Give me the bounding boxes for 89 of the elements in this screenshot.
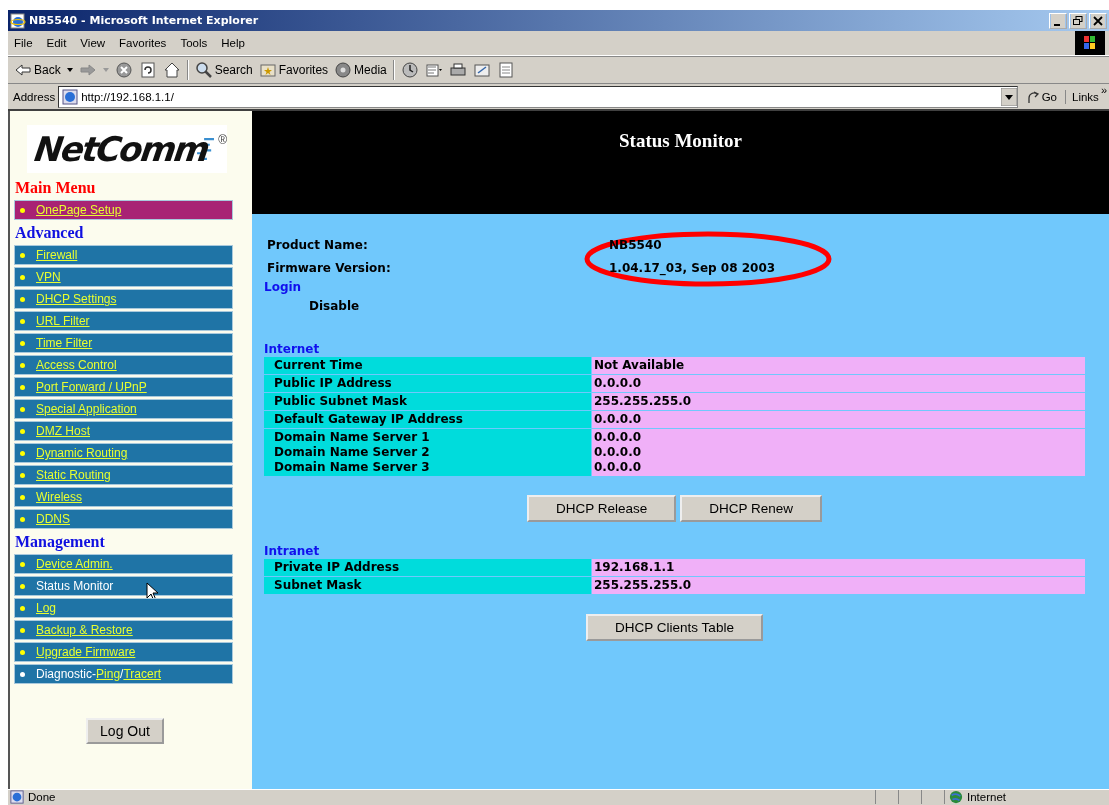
menu-text: Diagnostic- <box>36 667 97 681</box>
sidebar-item[interactable]: Special Application <box>14 399 233 419</box>
login-value: Disable <box>308 299 361 313</box>
sidebar-item[interactable]: Firewall <box>14 245 233 265</box>
menu-item[interactable]: Edit <box>40 37 75 49</box>
table-cell: 192.168.1.1 <box>592 559 1085 576</box>
action-button[interactable]: DHCP Renew <box>680 495 823 522</box>
caret-icon <box>102 67 109 72</box>
more-links[interactable]: » <box>1100 84 1107 96</box>
info-value: 1.04.17_03, Sep 08 2003 <box>609 260 776 275</box>
stop-icon <box>114 60 133 79</box>
sidebar-item[interactable]: Device Admin. <box>14 554 233 574</box>
table-cell: Private IP Address <box>264 559 591 576</box>
table-cell: 0.0.0.0 <box>592 411 1085 428</box>
menu-item[interactable]: View <box>74 37 114 49</box>
menu-item[interactable]: File <box>8 37 41 49</box>
table-cell: 0.0.0.0 0.0.0.0 0.0.0.0 <box>592 429 1085 476</box>
sidebar-item[interactable]: Access Control <box>14 355 233 375</box>
menu-item[interactable]: Favorites <box>113 37 175 49</box>
link[interactable]: Tracert <box>123 667 161 681</box>
zone-text: Internet <box>967 791 1006 803</box>
logo: NetComm ® <box>27 125 227 173</box>
links-button[interactable]: Links <box>1066 90 1101 103</box>
search-button[interactable]: Search <box>191 60 256 79</box>
table-cell: Default Gateway IP Address <box>264 411 591 428</box>
menu-text: / <box>120 667 124 681</box>
address-label: Address <box>12 90 57 103</box>
back-button[interactable]: Back <box>11 60 76 79</box>
sidebar-item[interactable]: Upgrade Firmware <box>14 642 233 662</box>
log-out-button[interactable]: Log Out <box>86 718 164 744</box>
menu-heading: Management <box>14 532 106 553</box>
sidebar-item[interactable]: Time Filter <box>14 333 233 353</box>
refresh-icon <box>138 60 157 79</box>
sidebar-item[interactable]: DMZ Host <box>14 421 233 441</box>
menu-heading: Main Menu <box>14 178 97 198</box>
sidebar-item[interactable]: DDNS <box>14 509 233 529</box>
close-icon[interactable] <box>1089 12 1107 29</box>
menu-heading: Advanced <box>14 223 85 243</box>
sidebar-item[interactable]: Status Monitor <box>14 576 233 596</box>
sidebar-item[interactable]: URL Filter <box>14 311 233 331</box>
table-cell: 0.0.0.0 <box>592 375 1085 392</box>
table-cell: 255.255.255.0 <box>592 393 1085 410</box>
section-title: Intranet <box>264 544 321 558</box>
link[interactable]: Ping <box>96 667 121 681</box>
sidebar-item[interactable]: Log <box>14 598 233 618</box>
minimize-icon[interactable] <box>1049 12 1067 29</box>
table-cell: Not Available <box>592 357 1085 374</box>
table-cell: Domain Name Server 1 Domain Name Server 2 Domain Name Server 3 <box>264 429 591 476</box>
address-field[interactable]: http://192.168.1.1/ <box>58 85 1018 108</box>
table-cell: Subnet Mask <box>264 577 591 594</box>
search-icon <box>194 60 213 79</box>
restore-icon[interactable] <box>1069 12 1087 29</box>
status-text: Done <box>28 791 56 803</box>
sidebar-item[interactable]: DHCP Settings <box>14 289 233 309</box>
menu-item[interactable]: Help <box>215 37 253 49</box>
sidebar-item[interactable]: Dynamic Routing <box>14 443 233 463</box>
go-arrow-icon <box>1025 89 1040 104</box>
sidebar-item[interactable]: Backup & Restore <box>14 620 233 640</box>
table-cell: Public IP Address <box>264 375 591 392</box>
info-value: NB5540 <box>609 237 662 252</box>
favorites-button[interactable]: Favorites <box>255 60 332 79</box>
browser-icon <box>10 12 26 29</box>
action-button[interactable]: DHCP Release <box>526 495 677 522</box>
print-icon <box>448 60 467 79</box>
globe-icon <box>949 790 963 804</box>
window-title: NB5540 - Microsoft Internet Explorer <box>29 14 260 27</box>
sidebar-item[interactable]: Port Forward / UPnP <box>14 377 233 397</box>
go-button[interactable]: Go <box>1017 89 1066 104</box>
sidebar-item[interactable]: VPN <box>14 267 233 287</box>
dropdown-icon[interactable] <box>1000 87 1017 106</box>
action-button[interactable]: DHCP Clients Table <box>586 614 763 641</box>
page-title: Status Monitor <box>619 130 742 152</box>
home-icon <box>162 60 181 79</box>
info-label: Product Name: <box>267 237 369 252</box>
sidebar-item[interactable]: Diagnostic-Ping/Tracert <box>14 664 233 684</box>
section-title: Internet <box>264 342 321 356</box>
history-icon <box>400 60 419 79</box>
page-icon <box>62 88 79 105</box>
table-cell: Public Subnet Mask <box>264 393 591 410</box>
page-icon <box>10 790 24 804</box>
section-title: Login <box>264 280 303 294</box>
sidebar-item[interactable]: Wireless <box>14 487 233 507</box>
table-cell: Current Time <box>264 357 591 374</box>
caret-icon <box>66 67 73 72</box>
menu-item[interactable]: Tools <box>174 37 216 49</box>
info-label: Firmware Version: <box>267 260 392 275</box>
media-button[interactable]: Media <box>331 60 390 79</box>
sidebar-item[interactable]: Static Routing <box>14 465 233 485</box>
table-cell: 255.255.255.0 <box>592 577 1085 594</box>
